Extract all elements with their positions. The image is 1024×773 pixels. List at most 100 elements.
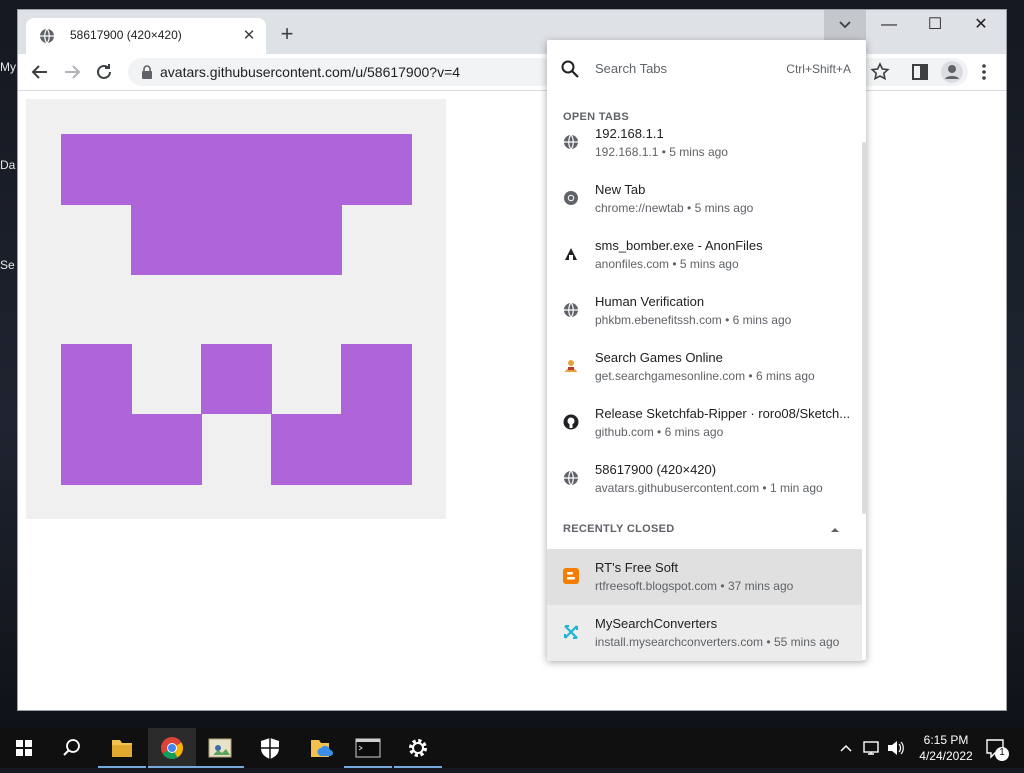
dropdown-scrollbar[interactable] [862,142,866,514]
tab-item-time: 1 min ago [769,481,823,495]
tray-overflow-chevron-icon[interactable] [838,728,854,768]
chrome-icon [564,191,578,205]
close-tab-icon[interactable]: ✕ [240,27,258,45]
taskbar-onedrive-folder[interactable] [296,728,344,768]
tab-item-url: avatars.githubusercontent.com [595,481,760,495]
taskbar-search-button[interactable] [48,728,96,768]
tab-list-item[interactable]: sms_bomber.exe - AnonFiles anonfiles.com… [547,227,862,283]
start-button[interactable] [0,728,48,768]
open-tabs-list: 192.168.1.1 192.168.1.1 • 5 mins ago New… [547,128,862,508]
tab-item-title: MySearchConverters [595,616,718,631]
tab-item-time: 6 mins ago [732,313,792,327]
tab-search-dropdown: Search Tabs Ctrl+Shift+A OPEN TABS 192.1… [547,40,866,661]
taskbar-terminal[interactable] [344,728,392,768]
back-icon[interactable] [28,60,52,84]
tab-item-url: anonfiles.com [595,257,670,271]
bookmark-star-icon[interactable] [868,60,892,84]
tab-item-url: chrome://newtab [595,201,684,215]
side-panel-icon[interactable] [908,60,932,84]
tab-item-title: RT's Free Soft [595,560,679,575]
clock-date: 4/24/2022 [919,749,973,763]
avatar-pixel-block [271,414,342,485]
tab-item-title: Search Games Online [595,350,723,365]
desktop-icon-label[interactable]: My [0,60,16,74]
tab-item-url: phkbm.ebenefitssh.com [595,313,722,327]
taskbar-chrome[interactable] [148,728,196,768]
tab-title: 58617900 (420×420) [70,28,182,42]
globe-icon [564,134,578,150]
taskbar-file-explorer[interactable] [98,728,146,768]
forward-icon[interactable] [60,60,84,84]
avatar-pixel-block [131,205,342,275]
tab-item-url: rtfreesoft.blogspot.com [595,579,718,593]
tab-item-url: get.searchgamesonline.com [595,369,746,383]
desktop-icon-label[interactable]: Da [0,158,15,172]
tab-avatar[interactable]: 58617900 (420×420) ✕ [26,18,266,54]
clock[interactable]: 6:15 PM 4/24/2022 [906,732,986,764]
avatar-image[interactable] [26,99,446,519]
tab-item-title: 58617900 (420×420) [595,462,717,477]
menu-kebab-icon[interactable] [972,60,996,84]
taskbar-image-viewer[interactable] [196,728,244,768]
closed-tab-item[interactable]: MySearchConverters install.mysearchconve… [547,605,862,661]
avatar-pixel-block [61,344,132,485]
tab-search-field[interactable]: Search Tabs Ctrl+Shift+A [547,40,866,98]
anonfiles-icon [565,248,577,260]
tab-list-item[interactable]: Release Sketchfab-Ripper · roro08/Sketch… [547,395,862,451]
tab-search-input[interactable]: Search Tabs [595,61,667,76]
github-icon [563,414,579,430]
url-text: avatars.githubusercontent.com/u/58617900… [160,64,461,80]
collapse-chevron-icon[interactable] [830,525,840,535]
file-explorer-icon [112,740,132,757]
tab-item-time: 37 mins ago [727,579,794,593]
closed-tab-item[interactable]: RT's Free Soft rtfreesoft.blogspot.com •… [547,549,862,605]
tab-item-time: 5 mins ago [669,145,728,159]
tab-item-title: Human Verification [595,294,705,309]
notification-count-badge: 1 [999,747,1005,758]
windows-start-icon [16,740,32,756]
maximize-button[interactable]: ☐ [912,10,958,40]
tab-list-item[interactable]: 58617900 (420×420) avatars.githubusercon… [547,451,862,507]
onedrive-folder-icon [311,740,333,757]
keyboard-shortcut: Ctrl+Shift+A [786,62,851,76]
games-icon [565,360,577,372]
volume-icon[interactable] [884,728,906,768]
tab-list-item[interactable]: Human Verification phkbm.ebenefitssh.com… [547,283,862,339]
tab-item-title: New Tab [595,182,646,197]
avatar-pixel-block [201,344,272,414]
search-icon [63,739,80,756]
tab-item-time: 5 mins ago [694,201,754,215]
reload-icon[interactable] [92,60,116,84]
tab-item-url: github.com [595,425,654,439]
tab-list-item[interactable]: 192.168.1.1 192.168.1.1 • 5 mins ago [547,128,862,171]
tab-item-time: 6 mins ago [664,425,724,439]
tab-item-title: 192.168.1.1 [595,128,664,141]
close-window-button[interactable]: ✕ [958,10,1004,40]
taskbar-settings[interactable] [394,728,442,768]
lock-icon[interactable] [140,64,154,80]
tab-list-item[interactable]: New Tab chrome://newtab • 5 mins ago [547,171,862,227]
security-shield-icon [261,738,279,759]
recently-closed-heading[interactable]: RECENTLY CLOSED [563,523,674,535]
notification-icon [986,739,1009,761]
network-icon[interactable] [860,728,882,768]
avatar-pixel-block [341,344,412,485]
tab-item-title: Release Sketchfab-Ripper · roro08/Sketch… [595,406,851,421]
minimize-button[interactable]: — [866,10,912,40]
search-icon [561,60,579,78]
new-tab-button[interactable]: + [276,23,298,46]
blogger-icon [563,568,579,584]
taskbar: 6:15 PM 4/24/2022 1 [0,728,1024,768]
tab-item-url: 192.168.1.1 [595,145,659,159]
tab-item-time: 6 mins ago [755,369,815,383]
desktop-icon-label[interactable]: Se [0,258,15,272]
terminal-icon [355,738,381,758]
chevron-down-icon [839,21,851,29]
tab-list-item[interactable]: Search Games Online get.searchgamesonlin… [547,339,862,395]
profile-avatar-icon[interactable] [940,60,964,84]
tab-item-url: install.mysearchconverters.com [595,635,764,649]
taskbar-security[interactable] [246,728,294,768]
tab-search-button[interactable] [824,10,866,40]
globe-icon [40,28,54,44]
notification-center-button[interactable]: 1 [982,728,1012,768]
